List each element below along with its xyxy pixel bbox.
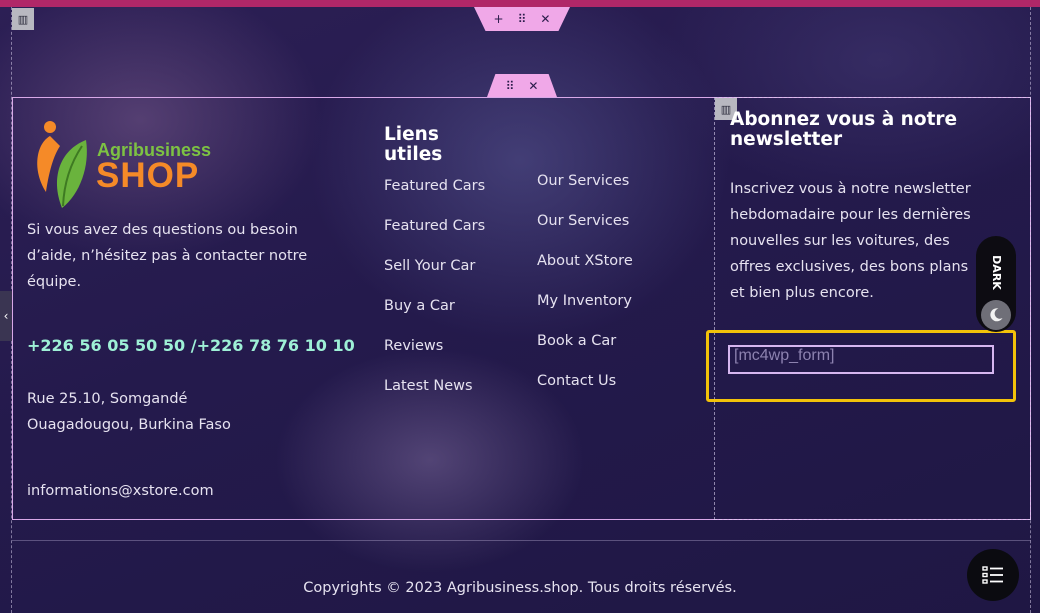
- footer-link[interactable]: Featured Cars: [384, 178, 485, 194]
- footer-link[interactable]: Buy a Car: [384, 298, 455, 314]
- newsletter-description: Inscrivez vous à notre newsletter hebdom…: [730, 181, 971, 301]
- table-of-contents-button[interactable]: [967, 549, 1019, 601]
- list-icon: [982, 566, 1003, 584]
- copyright-text: Copyrights © 2023 Agribusiness.shop. Tou…: [303, 580, 737, 596]
- footer-link[interactable]: Latest News: [384, 378, 473, 394]
- newsletter-form-placeholder[interactable]: [mc4wp_form]: [728, 345, 994, 374]
- moon-glyph-icon: [990, 308, 1003, 322]
- top-accent-bar: [0, 0, 1040, 7]
- dark-mode-label-wrap: DARK: [981, 252, 1011, 292]
- footer-link[interactable]: Reviews: [384, 338, 443, 354]
- leaf-logo-icon: [37, 121, 87, 208]
- column-handle-icon[interactable]: ▥: [12, 8, 34, 30]
- phone-number[interactable]: +226 56 05 50 50 /+226 78 76 10 10: [27, 336, 355, 355]
- contact-description: Si vous avez des questions ou besoin d’a…: [27, 222, 308, 290]
- footer-link[interactable]: Featured Cars: [384, 218, 485, 234]
- brand-logo[interactable]: Agribusiness SHOP: [30, 118, 230, 210]
- email-link[interactable]: informations@xstore.com: [27, 478, 214, 504]
- footer-link[interactable]: Sell Your Car: [384, 258, 475, 274]
- footer-link[interactable]: My Inventory: [537, 293, 632, 309]
- footer-link[interactable]: Our Services: [537, 213, 629, 229]
- footer-divider: [12, 540, 1031, 541]
- drag-container-icon[interactable]: ⠿: [506, 79, 515, 93]
- footer-link[interactable]: About XStore: [537, 253, 633, 269]
- address: Rue 25.10, Somgandé Ouagadougou, Burkina…: [27, 391, 231, 433]
- close-section-icon[interactable]: ✕: [540, 12, 550, 26]
- moon-icon[interactable]: [981, 300, 1011, 330]
- drag-section-icon[interactable]: ⠿: [518, 12, 527, 26]
- side-panel-tab[interactable]: ‹: [0, 291, 12, 341]
- brand-name-bottom: SHOP: [96, 156, 200, 195]
- footer-link[interactable]: Our Services: [537, 173, 629, 189]
- close-container-icon[interactable]: ✕: [528, 79, 538, 93]
- add-section-icon[interactable]: +: [494, 12, 504, 26]
- footer-link[interactable]: Book a Car: [537, 333, 616, 349]
- links-heading: Liens utiles: [384, 124, 443, 165]
- newsletter-heading: Abonnez vous à notre newsletter: [730, 109, 958, 150]
- section-handle[interactable]: + ⠿ ✕: [474, 7, 570, 31]
- dark-mode-label: DARK: [989, 254, 1003, 290]
- footer-link[interactable]: Contact Us: [537, 373, 616, 389]
- container-handle[interactable]: ⠿ ✕: [487, 74, 557, 97]
